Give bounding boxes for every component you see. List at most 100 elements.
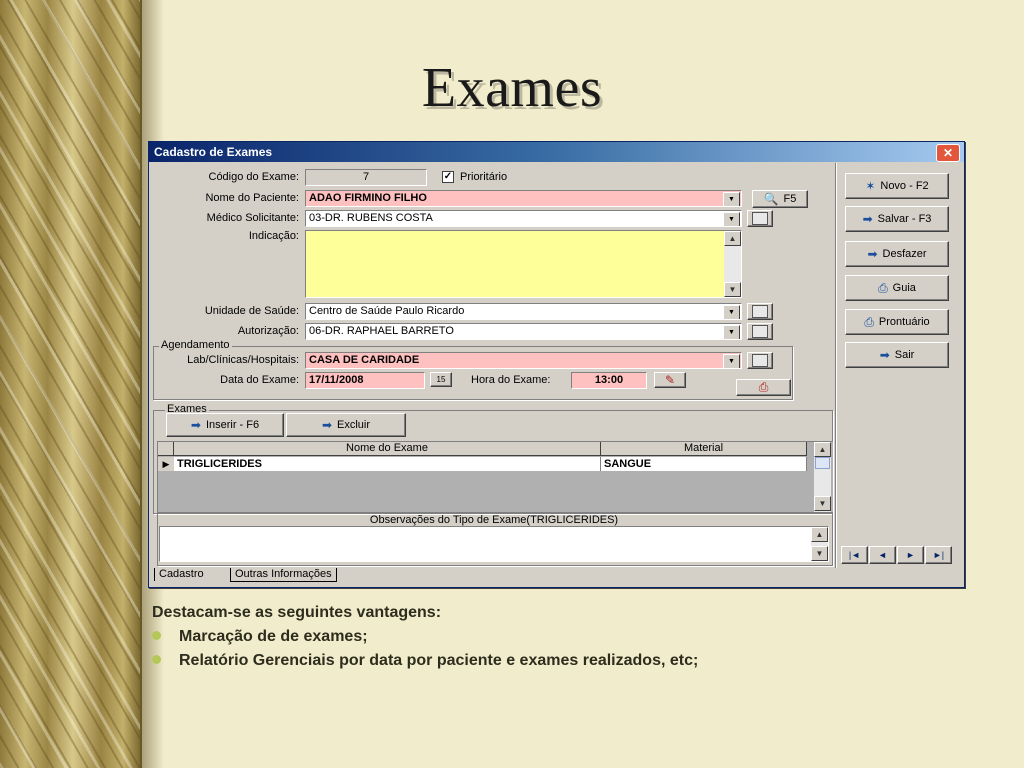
lab-select[interactable]: CASA DE CARIDADE ▼ xyxy=(305,352,742,369)
data-label: Data do Exame: xyxy=(220,374,299,386)
insert-icon: ➡ xyxy=(190,418,201,432)
chevron-down-icon[interactable]: ▼ xyxy=(723,212,740,226)
grid-scrollbar[interactable]: ▲ ▼ xyxy=(814,442,831,512)
salvar-label: Salvar - F3 xyxy=(877,213,932,225)
autorizacao-label: Autorização: xyxy=(237,325,299,337)
column-header[interactable]: Material xyxy=(601,442,807,456)
printer-icon: ⎙ xyxy=(878,280,888,295)
sidebar-divider xyxy=(835,163,836,568)
unidade-lookup-button[interactable] xyxy=(747,303,773,320)
scroll-thumb[interactable] xyxy=(815,457,830,469)
save-icon: ➡ xyxy=(862,212,873,226)
edit-pen-button[interactable]: ✎ xyxy=(654,372,686,388)
inserir-label: Inserir - F6 xyxy=(205,419,260,431)
print-button[interactable]: ⎙ xyxy=(736,379,791,396)
undo-icon: ➡ xyxy=(867,247,878,261)
scroll-down-icon[interactable]: ▼ xyxy=(811,546,828,561)
scroll-up-icon[interactable]: ▲ xyxy=(814,442,831,457)
medico-label: Médico Solicitante: xyxy=(206,212,299,224)
new-icon: ✶ xyxy=(865,179,876,193)
form-icon xyxy=(752,325,768,338)
unidade-value: Centro de Saúde Paulo Ricardo xyxy=(309,305,465,317)
indicacao-label: Indicação: xyxy=(248,230,299,242)
autorizacao-lookup-button[interactable] xyxy=(747,323,773,340)
prontuario-label: Prontuário xyxy=(878,316,930,328)
column-header[interactable]: Nome do Exame xyxy=(174,442,601,456)
medico-select[interactable]: 03-DR. RUBENS COSTA ▼ xyxy=(305,210,742,227)
guia-button[interactable]: ⎙ Guia xyxy=(845,275,949,301)
form-icon xyxy=(752,305,768,318)
nav-prev-button[interactable]: ◄ xyxy=(869,546,896,564)
novo-button[interactable]: ✶ Novo - F2 xyxy=(845,173,949,199)
codigo-field[interactable]: 7 xyxy=(305,169,427,186)
f5-search-button[interactable]: 🔍 F5 xyxy=(752,190,808,208)
prioritario-label: Prioritário xyxy=(460,171,508,183)
observacoes-scrollbar[interactable]: ▲ ▼ xyxy=(811,527,828,561)
tab-cadastro[interactable]: Cadastro xyxy=(154,568,208,581)
inserir-button[interactable]: ➡ Inserir - F6 xyxy=(166,413,284,437)
table-cell[interactable]: TRIGLICERIDES xyxy=(174,457,601,471)
f5-label: F5 xyxy=(783,193,797,205)
bullet-item: Relatório Gerenciais por data por pacien… xyxy=(152,652,1012,676)
printer-icon: ⎙ xyxy=(864,314,874,329)
chevron-down-icon[interactable]: ▼ xyxy=(723,354,740,368)
tab-outras-informacoes[interactable]: Outras Informações xyxy=(230,568,337,582)
novo-label: Novo - F2 xyxy=(880,180,929,192)
chevron-down-icon[interactable]: ▼ xyxy=(723,325,740,339)
medico-value: 03-DR. RUBENS COSTA xyxy=(309,212,433,224)
bullet-text: Marcação de de exames; xyxy=(179,628,368,645)
scroll-down-icon[interactable]: ▼ xyxy=(724,282,741,297)
calendar-icon[interactable]: 15 xyxy=(430,372,452,387)
medico-lookup-button[interactable] xyxy=(747,210,773,227)
unidade-label: Unidade de Saúde: xyxy=(204,305,299,317)
nav-first-button[interactable]: |◄ xyxy=(841,546,868,564)
search-icon: 🔍 xyxy=(763,192,779,206)
chevron-down-icon[interactable]: ▼ xyxy=(723,305,740,319)
hora-field[interactable]: 13:00 xyxy=(571,372,647,389)
intro-text: Destacam-se as seguintes vantagens: xyxy=(152,604,442,621)
autorizacao-select[interactable]: 06-DR. RAPHAEL BARRETO ▼ xyxy=(305,323,742,340)
desfazer-label: Desfazer xyxy=(882,248,927,260)
excluir-label: Excluir xyxy=(337,419,371,431)
form-icon xyxy=(752,354,768,367)
slide-body: Destacam-se as seguintes vantagens: Marc… xyxy=(152,604,1012,676)
close-button[interactable]: ✕ xyxy=(936,144,960,162)
sair-button[interactable]: ➡ Sair xyxy=(845,342,949,368)
exames-grid[interactable]: Nome do Exame Material ▶ TRIGLICERIDES S… xyxy=(157,441,833,512)
unidade-select[interactable]: Centro de Saúde Paulo Ricardo ▼ xyxy=(305,303,742,320)
form-icon xyxy=(752,212,768,225)
delete-icon: ➡ xyxy=(321,418,333,432)
scroll-down-icon[interactable]: ▼ xyxy=(814,496,831,511)
data-field[interactable]: 17/11/2008 xyxy=(305,372,425,389)
bullet-text: Relatório Gerenciais por data por pacien… xyxy=(179,652,699,669)
bullet-item: Marcação de de exames; xyxy=(152,628,1012,652)
paciente-select[interactable]: ADAO FIRMINO FILHO ▼ xyxy=(305,190,742,207)
observacoes-title: Observações do Tipo de Exame(TRIGLICERID… xyxy=(369,514,619,526)
chevron-down-icon[interactable]: ▼ xyxy=(723,192,740,206)
bullet-dot-icon xyxy=(152,631,161,640)
nav-last-button[interactable]: ►| xyxy=(925,546,952,564)
current-row-arrow-icon: ▶ xyxy=(158,457,174,471)
prontuario-button[interactable]: ⎙ Prontuário xyxy=(845,309,949,335)
nav-next-button[interactable]: ► xyxy=(897,546,924,564)
prioritario-checkbox[interactable]: ✓ xyxy=(442,171,454,183)
scroll-up-icon[interactable]: ▲ xyxy=(724,231,741,246)
indicacao-textarea[interactable] xyxy=(305,230,742,298)
paciente-value: ADAO FIRMINO FILHO xyxy=(309,192,427,204)
observacoes-textarea[interactable] xyxy=(159,526,829,562)
indicacao-scrollbar[interactable]: ▲ ▼ xyxy=(724,231,741,297)
table-cell[interactable]: SANGUE xyxy=(601,457,807,471)
pen-icon: ✎ xyxy=(664,373,676,387)
cadastro-exames-window: Cadastro de Exames ✕ Código do Exame: 7 … xyxy=(148,141,965,588)
slide-title: Exames xyxy=(421,57,603,119)
salvar-button[interactable]: ➡ Salvar - F3 xyxy=(845,206,949,232)
sair-label: Sair xyxy=(894,349,915,361)
excluir-button[interactable]: ➡ Excluir xyxy=(286,413,406,437)
lab-label: Lab/Clínicas/Hospitais: xyxy=(187,354,299,366)
scroll-up-icon[interactable]: ▲ xyxy=(811,527,828,542)
autorizacao-value: 06-DR. RAPHAEL BARRETO xyxy=(309,325,454,337)
desfazer-button[interactable]: ➡ Desfazer xyxy=(845,241,949,267)
codigo-label: Código do Exame: xyxy=(208,171,300,183)
lab-lookup-button[interactable] xyxy=(747,352,773,369)
printer-icon: ⎙ xyxy=(758,380,769,394)
